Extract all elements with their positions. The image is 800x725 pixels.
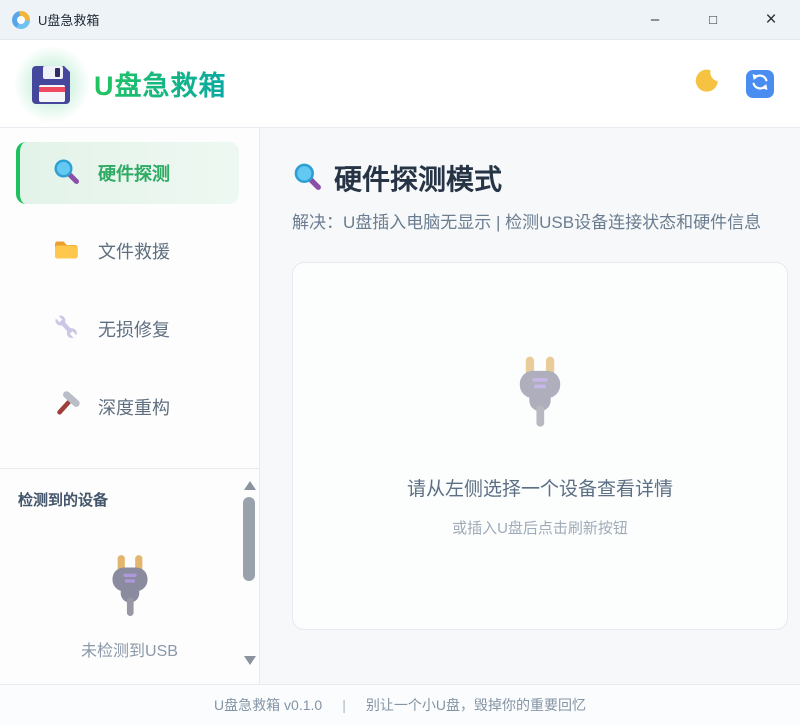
footer-slogan: 别让一个小U盘，毁掉你的重要回忆 [366,695,586,715]
device-list-scrollbar[interactable] [242,477,256,665]
app-header: U盘急救箱 [0,40,800,128]
hammer-icon [52,391,80,424]
sidebar-item-hardware-detect[interactable]: 硬件探测 [16,142,239,204]
sidebar-item-file-rescue[interactable]: 文件救援 [16,220,239,282]
main-content: 硬件探测模式 解决：U盘插入电脑无显示 | 检测USB设备连接状态和硬件信息 请… [260,128,800,684]
close-button[interactable]: × [742,0,800,39]
app-version: U盘急救箱 v0.1.0 [214,695,322,715]
moon-icon [694,69,720,98]
footer-separator: | [342,697,346,713]
sidebar-nav: 硬件探测 文件救援 [0,128,259,468]
device-list-header: 检测到的设备 [0,469,259,510]
sidebar-item-label: 深度重构 [98,394,170,420]
sidebar-item-label: 文件救援 [98,238,170,264]
window-title: U盘急救箱 [38,10,99,29]
device-list-section: 检测到的设备 未检测到USB [0,468,259,668]
plug-icon [97,510,163,623]
empty-state-secondary-text: 或插入U盘后点击刷新按钮 [452,517,628,538]
page-subtitle: 解决：U盘插入电脑无显示 | 检测USB设备连接状态和硬件信息 [292,210,788,236]
sidebar-item-label: 无损修复 [98,316,170,342]
sidebar-item-deep-rebuild[interactable]: 深度重构 [16,376,239,438]
device-empty-state: 未检测到USB [0,510,259,661]
empty-state-primary-text: 请从左侧选择一个设备查看详情 [407,474,673,501]
scrollbar-up-arrow-icon[interactable] [244,481,256,490]
no-device-text: 未检测到USB [81,637,178,661]
scrollbar-down-arrow-icon[interactable] [244,656,256,665]
minimize-button[interactable]: – [626,0,684,39]
floppy-disk-icon [28,60,76,108]
sidebar-item-lossless-repair[interactable]: 无损修复 [16,298,239,360]
sidebar-item-label: 硬件探测 [98,160,170,186]
status-bar: U盘急救箱 v0.1.0 | 别让一个小U盘，毁掉你的重要回忆 [0,684,800,725]
scrollbar-thumb[interactable] [243,497,255,581]
page-title: 硬件探测模式 [334,158,502,198]
refresh-icon [749,71,771,96]
app-taskbar-icon [12,11,30,29]
magnifier-icon [52,157,80,190]
plug-icon [502,353,578,434]
app-title: U盘急救箱 [94,64,227,103]
magnifier-icon [292,161,322,196]
window-controls: – □ × [626,0,800,39]
refresh-button[interactable] [746,70,774,98]
wrench-icon [52,313,80,346]
theme-toggle-button[interactable] [694,69,720,98]
folder-icon [52,235,80,268]
titlebar: U盘急救箱 – □ × [0,0,800,40]
device-detail-placeholder-card: 请从左侧选择一个设备查看详情 或插入U盘后点击刷新按钮 [292,262,788,630]
app-body: 硬件探测 文件救援 [0,128,800,684]
maximize-button[interactable]: □ [684,0,742,39]
sidebar: 硬件探测 文件救援 [0,128,260,684]
